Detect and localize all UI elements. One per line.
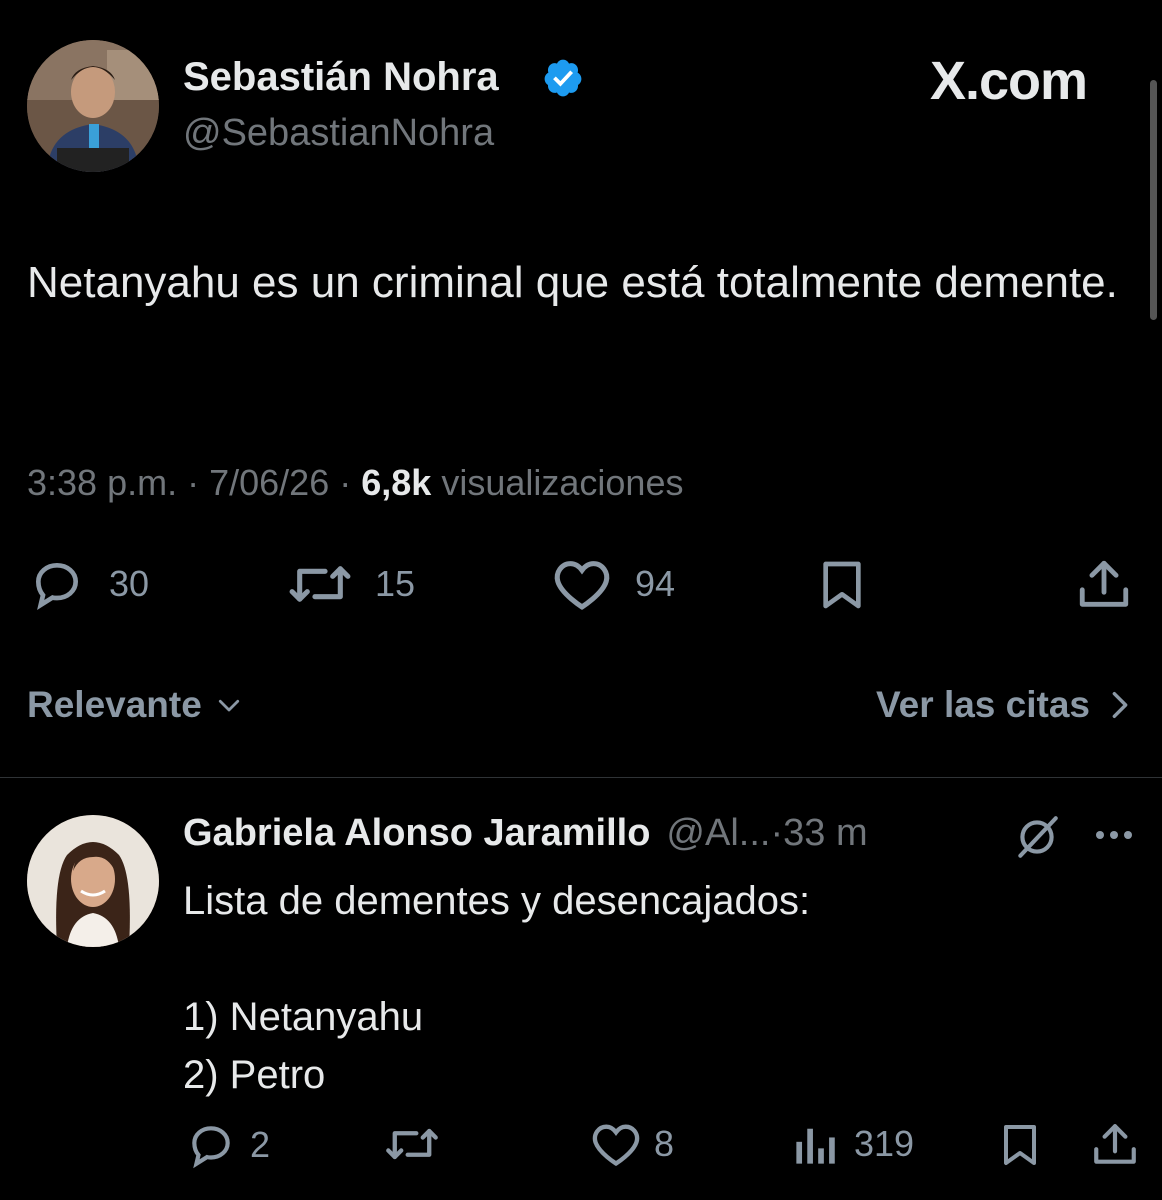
- reply-header: Gabriela Alonso Jaramillo @Al... ·33 m: [183, 812, 868, 855]
- tweet-meta: 3:38 p.m. · 7/06/26 · 6,8k visualizacion…: [27, 462, 683, 504]
- reply-reply-count: 2: [250, 1124, 271, 1165]
- like-count: 94: [635, 563, 676, 604]
- repost-count: 15: [375, 563, 416, 604]
- bookmark-button[interactable]: [814, 556, 870, 614]
- share-icon: [1079, 560, 1129, 607]
- repost-button[interactable]: 15: [287, 556, 415, 612]
- verified-badge-icon: [542, 57, 584, 99]
- reply-count: 30: [109, 563, 150, 604]
- brand-wordmark: X.com: [930, 51, 1088, 111]
- meta-separator: ·: [187, 462, 210, 503]
- reply-text: Lista de dementes y desencajados: 1) Net…: [183, 879, 811, 1097]
- quotes-label: Ver las citas: [876, 684, 1090, 725]
- reply-icon: [192, 1126, 230, 1169]
- repost-icon: [289, 566, 351, 602]
- reply-author-name[interactable]: Gabriela Alonso Jaramillo: [183, 812, 650, 855]
- share-icon: [1094, 1124, 1136, 1164]
- tweet-time: 3:38 p.m.: [27, 462, 178, 503]
- author-avatar[interactable]: [27, 40, 159, 172]
- reply-button[interactable]: 30: [27, 556, 149, 612]
- bookmark-icon: [823, 561, 861, 609]
- reply-author-handle[interactable]: @Al...: [666, 812, 770, 855]
- tweet-date[interactable]: 7/06/26: [209, 462, 329, 503]
- reply-views-button[interactable]: 319: [794, 1120, 914, 1168]
- grok-icon[interactable]: [1012, 812, 1062, 867]
- views-label: visualizaciones: [441, 462, 684, 503]
- chevron-right-icon: [1112, 691, 1128, 719]
- view-quotes-link[interactable]: Ver las citas: [876, 684, 1132, 726]
- heart-icon: [592, 1124, 640, 1167]
- analytics-icon: [796, 1128, 835, 1164]
- reply-time[interactable]: ·33 m: [770, 812, 867, 855]
- sort-label: Relevante: [27, 684, 202, 725]
- heart-icon: [554, 561, 610, 610]
- reply-share-button[interactable]: [1090, 1120, 1140, 1170]
- reply-like-button[interactable]: 8: [590, 1120, 674, 1168]
- reply-icon: [35, 562, 79, 611]
- repost-icon: [386, 1128, 438, 1160]
- chevron-down-icon: [218, 699, 239, 712]
- views-count: 6,8k: [361, 462, 432, 503]
- reply-repost-button[interactable]: [384, 1120, 440, 1168]
- meta-separator: ·: [339, 462, 362, 503]
- reply-reply-button[interactable]: 2: [186, 1120, 270, 1170]
- reply-like-count: 8: [654, 1123, 675, 1164]
- tweet-text: Netanyahu es un criminal que está totalm…: [27, 258, 1118, 307]
- sort-dropdown[interactable]: Relevante: [27, 684, 244, 726]
- like-button[interactable]: 94: [551, 556, 675, 612]
- reply-views-count: 319: [854, 1123, 915, 1164]
- scrollbar[interactable]: [1150, 80, 1157, 320]
- bookmark-icon: [1004, 1125, 1036, 1165]
- reply-bookmark-button[interactable]: [996, 1120, 1044, 1170]
- divider: [0, 777, 1162, 778]
- author-name[interactable]: Sebastián Nohra: [183, 55, 499, 100]
- more-options-icon[interactable]: [1092, 822, 1136, 853]
- reply-author-avatar[interactable]: [27, 815, 159, 947]
- share-button[interactable]: [1074, 556, 1134, 614]
- author-handle[interactable]: @SebastianNohra: [183, 112, 494, 155]
